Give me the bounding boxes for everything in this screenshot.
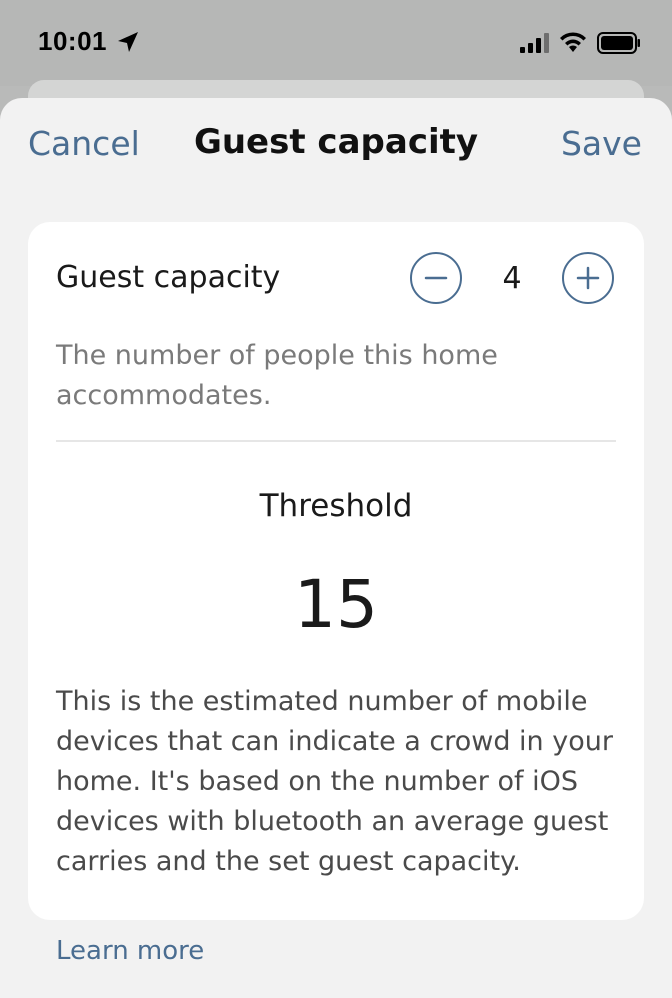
guest-capacity-description: The number of people this home accommoda… [56, 340, 498, 411]
guest-capacity-label: Guest capacity [56, 260, 281, 295]
threshold-label: Threshold [259, 488, 413, 524]
cellular-signal-icon [520, 33, 549, 53]
location-arrow-icon [118, 32, 138, 52]
status-bar: 10:01 [0, 0, 672, 86]
threshold-value: 15 [294, 566, 378, 643]
wifi-icon [560, 32, 586, 52]
plus-icon [576, 266, 600, 290]
learn-more-link[interactable]: Learn more [56, 936, 204, 966]
save-button[interactable]: Save [561, 124, 642, 163]
minus-icon [424, 276, 448, 280]
status-time: 10:01 [38, 26, 107, 56]
threshold-description: This is the estimated number of mobile d… [56, 686, 613, 877]
divider [56, 440, 616, 442]
battery-icon [597, 32, 640, 54]
decrement-button[interactable] [410, 252, 462, 304]
guest-capacity-value: 4 [502, 261, 522, 296]
increment-button[interactable] [562, 252, 614, 304]
